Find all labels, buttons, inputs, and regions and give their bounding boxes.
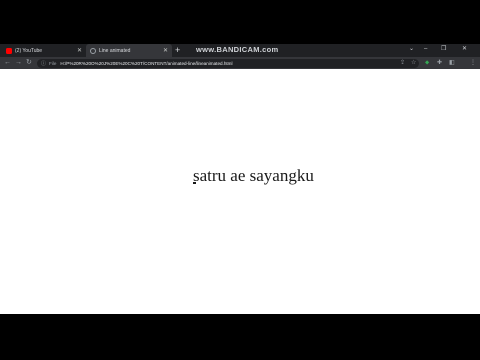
address-bar[interactable]: ⓘ File H:/P%20R%20O%20J%20E%20C%20T/CONT… [37,58,419,68]
close-window-button[interactable]: ✕ [462,45,467,54]
browser-toolbar: ← → ↻ ⓘ File H:/P%20R%20O%20J%20E%20C%20… [0,57,480,69]
youtube-icon [6,47,12,54]
tab-label: (2) YouTube [15,47,43,54]
share-icon[interactable]: ⇪ [400,59,405,67]
globe-icon [90,47,96,54]
puzzle-icon[interactable]: ✚ [437,59,442,67]
extension-icon[interactable]: ⬥ [425,59,429,67]
scheme-label: File [49,60,57,66]
reload-button[interactable]: ↻ [26,57,32,69]
menu-icon[interactable]: ⋮ [470,59,476,67]
tab-youtube[interactable]: (2) YouTube ✕ [2,44,86,57]
animated-text: satru ae sayangku [193,166,314,185]
bandicam-watermark: www.BANDICAM.com [196,45,279,54]
bookmark-star-icon[interactable]: ☆ [411,59,416,67]
tab-search-icon[interactable]: ⌄ [409,45,414,54]
site-info-icon[interactable]: ⓘ [41,60,46,67]
url-text[interactable]: H:/P%20R%20O%20J%20E%20C%20T/CONTENT/ani… [60,61,232,66]
page-content: satru ae sayangku [0,69,480,314]
new-tab-button[interactable]: + [175,45,180,55]
side-panel-icon[interactable]: ◧ [449,59,455,67]
maximize-button[interactable]: ❐ [441,45,446,54]
text-caret [193,182,196,184]
forward-button[interactable]: → [15,57,22,69]
close-tab-icon[interactable]: ✕ [163,47,168,54]
back-button[interactable]: ← [4,57,11,69]
tab-label: Line animated [99,47,131,54]
tab-line-animated[interactable]: Line animated ✕ [86,44,172,57]
close-tab-icon[interactable]: ✕ [77,47,82,54]
minimize-button[interactable]: – [424,45,427,54]
